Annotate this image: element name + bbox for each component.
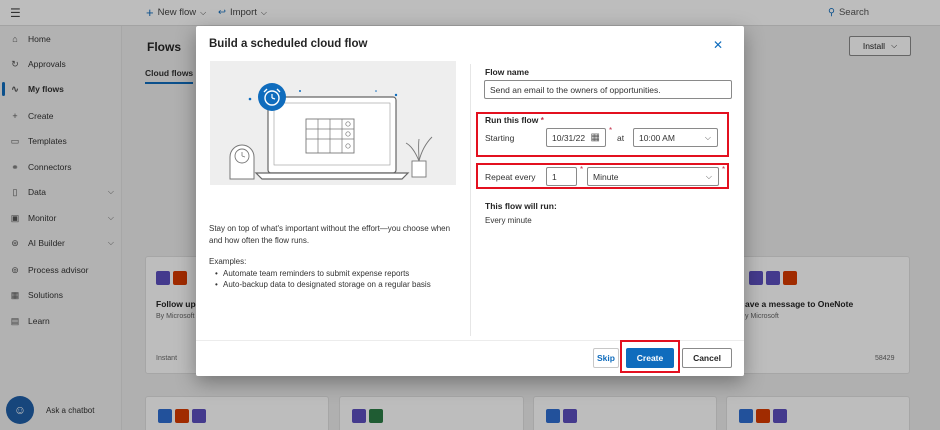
dialog-title: Build a scheduled cloud flow xyxy=(209,38,368,50)
skip-button[interactable]: Skip xyxy=(593,348,619,368)
start-time-value: 10:00 AM xyxy=(639,132,675,143)
schedule-illustration xyxy=(210,61,456,185)
cancel-button[interactable]: Cancel xyxy=(682,348,732,368)
column-divider xyxy=(470,64,471,336)
required-mark: * xyxy=(540,116,544,125)
run-this-flow-label: Run this flow * xyxy=(485,115,544,125)
chevron-down-icon: ⌵ xyxy=(705,172,712,181)
flow-name-label: Flow name xyxy=(485,67,529,77)
list-item: Automate team reminders to submit expens… xyxy=(215,268,461,279)
examples-heading: Examples: xyxy=(209,257,247,266)
close-icon[interactable]: ✕ xyxy=(713,38,723,52)
examples-block: Examples: Automate team reminders to sub… xyxy=(209,256,461,290)
starting-label: Starting xyxy=(485,133,515,143)
required-mark: * xyxy=(580,165,584,174)
at-label: at xyxy=(617,133,625,143)
calendar-icon[interactable]: ▦ xyxy=(591,132,600,143)
will-run-label: This flow will run: xyxy=(485,201,557,211)
dialog-footer-divider xyxy=(196,340,744,341)
start-date-value: 10/31/22 xyxy=(552,132,586,143)
required-mark: * xyxy=(722,165,726,174)
start-date-input[interactable]: 10/31/22 ▦ xyxy=(546,128,606,147)
repeat-every-label: Repeat every xyxy=(485,172,536,182)
flow-name-input[interactable]: Send an email to the owners of opportuni… xyxy=(484,80,732,99)
required-mark: * xyxy=(609,126,613,135)
chevron-down-icon: ⌵ xyxy=(704,133,711,142)
create-button[interactable]: Create xyxy=(626,348,674,368)
repeat-interval-input[interactable]: 1 xyxy=(546,167,577,186)
list-item: Auto-backup data to designated storage o… xyxy=(215,279,461,290)
dialog-description: Stay on top of what's important without … xyxy=(209,224,451,245)
repeat-unit-value: Minute xyxy=(593,171,619,182)
examples-list: Automate team reminders to submit expens… xyxy=(209,268,461,290)
start-time-dropdown[interactable]: 10:00 AM ⌵ xyxy=(633,128,718,147)
repeat-unit-dropdown[interactable]: Minute ⌵ xyxy=(587,167,719,186)
flow-name-value: Send an email to the owners of opportuni… xyxy=(490,84,661,95)
will-run-value: Every minute xyxy=(485,216,532,225)
run-label-text: Run this flow xyxy=(485,115,539,125)
repeat-interval-value: 1 xyxy=(552,171,557,182)
scheduled-flow-dialog: Build a scheduled cloud flow ✕ Stay on t… xyxy=(196,26,744,376)
